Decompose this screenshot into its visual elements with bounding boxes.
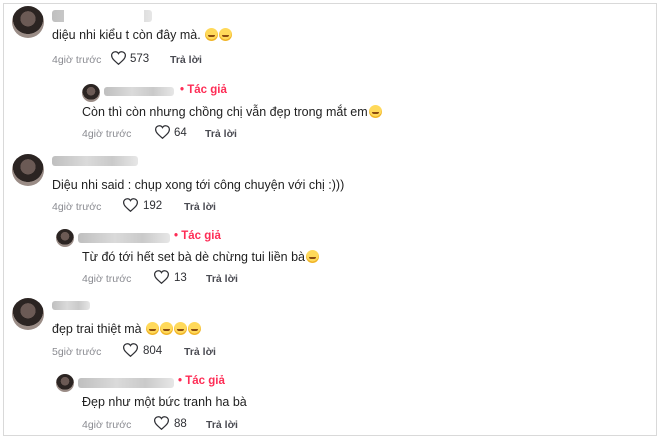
like-count: 804 bbox=[143, 345, 163, 357]
relieved-emoji bbox=[305, 250, 319, 263]
comment-text: diệu nhi kiểu t còn đây mà. bbox=[52, 28, 233, 42]
reply-button[interactable]: Trả lời bbox=[184, 346, 216, 358]
heart-icon[interactable] bbox=[154, 416, 169, 430]
avatar[interactable] bbox=[82, 84, 100, 102]
username-redacted[interactable] bbox=[78, 378, 174, 388]
like-count: 573 bbox=[130, 53, 150, 65]
username-redacted[interactable] bbox=[52, 301, 90, 310]
reply-button[interactable]: Trả lời bbox=[184, 201, 216, 213]
reply-body: Đẹp như một bức tranh ha bà bbox=[82, 395, 247, 409]
heart-icon[interactable] bbox=[155, 125, 170, 139]
reply-body: Còn thì còn nhưng chồng chị vẫn đẹp tron… bbox=[82, 105, 368, 119]
like-count: 13 bbox=[174, 272, 187, 284]
reply-time: 4giờ trước bbox=[82, 419, 132, 431]
reply-text: Từ đó tới hết set bà dè chừng tui liền b… bbox=[82, 250, 319, 264]
avatar[interactable] bbox=[12, 298, 44, 330]
comment-section: diệu nhi kiểu t còn đây mà. 4giờ trước 5… bbox=[3, 3, 657, 436]
reply-time: 4giờ trước bbox=[82, 128, 132, 140]
comment-text: đẹp trai thiệt mà bbox=[52, 322, 202, 336]
laughing-emoji bbox=[160, 322, 174, 335]
avatar[interactable] bbox=[56, 229, 74, 247]
reply-button[interactable]: Trả lời bbox=[205, 128, 237, 140]
redaction-mask bbox=[64, 6, 144, 24]
heart-icon[interactable] bbox=[123, 343, 138, 357]
author-badge: • Tác giả bbox=[180, 84, 227, 96]
reply-button[interactable]: Trả lời bbox=[206, 419, 238, 431]
comment-time: 5giờ trước bbox=[52, 346, 102, 358]
author-badge: • Tác giả bbox=[174, 230, 221, 242]
like-count: 64 bbox=[174, 127, 187, 139]
reply-text: Đẹp như một bức tranh ha bà bbox=[82, 395, 247, 409]
laughing-emoji bbox=[146, 322, 160, 335]
relieved-emoji bbox=[219, 28, 233, 41]
grinning-sweat-emoji bbox=[205, 28, 219, 41]
username-redacted[interactable] bbox=[78, 233, 170, 243]
comment-body: diệu nhi kiểu t còn đây mà. bbox=[52, 28, 201, 42]
like-count: 192 bbox=[143, 200, 163, 212]
avatar[interactable] bbox=[12, 6, 44, 38]
reply-body: Từ đó tới hết set bà dè chừng tui liền b… bbox=[82, 250, 305, 264]
reply-button[interactable]: Trả lời bbox=[206, 273, 238, 285]
comment-body: Diệu nhi said : chụp xong tới công chuyệ… bbox=[52, 178, 345, 192]
avatar[interactable] bbox=[12, 154, 44, 186]
avatar[interactable] bbox=[56, 374, 74, 392]
reply-text: Còn thì còn nhưng chồng chị vẫn đẹp tron… bbox=[82, 105, 382, 119]
username-redacted[interactable] bbox=[104, 87, 174, 96]
comment-body: đẹp trai thiệt mà bbox=[52, 322, 142, 336]
username-redacted[interactable] bbox=[52, 156, 138, 166]
heart-icon[interactable] bbox=[123, 198, 138, 212]
relieved-emoji bbox=[368, 105, 382, 118]
reply-time: 4giờ trước bbox=[82, 273, 132, 285]
like-count: 88 bbox=[174, 418, 187, 430]
laughing-emoji bbox=[174, 322, 188, 335]
author-badge: • Tác giả bbox=[178, 375, 225, 387]
heart-icon[interactable] bbox=[111, 51, 126, 65]
heart-icon[interactable] bbox=[154, 270, 169, 284]
comment-time: 4giờ trước bbox=[52, 201, 102, 213]
reply-button[interactable]: Trả lời bbox=[170, 54, 202, 66]
comment-text: Diệu nhi said : chụp xong tới công chuyệ… bbox=[52, 178, 344, 192]
comment-time: 4giờ trước bbox=[52, 54, 102, 66]
laughing-emoji bbox=[188, 322, 202, 335]
